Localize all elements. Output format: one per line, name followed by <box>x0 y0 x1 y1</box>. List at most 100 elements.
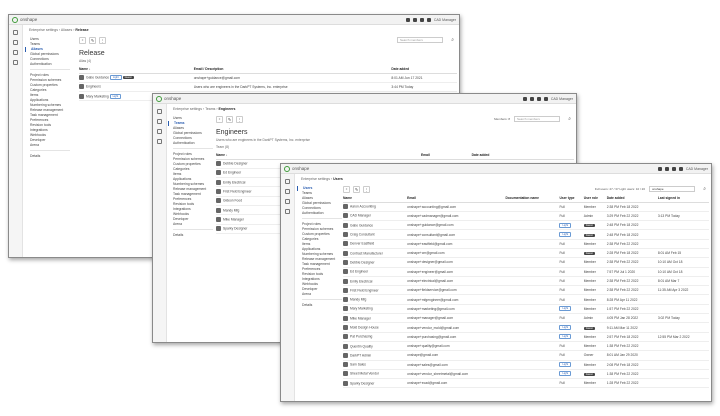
user-name[interactable]: Ed Engineer <box>223 171 241 175</box>
breadcrumb-item[interactable]: Enterprise settings <box>173 107 202 111</box>
column-header[interactable]: User type <box>559 195 584 203</box>
table-row[interactable]: Denver Eastfield onshape+eastfield@gmail.… <box>343 239 709 250</box>
user-name[interactable]: Craig Consultant <box>350 232 375 236</box>
table-row[interactable]: CAD Manager onshape+cadmanager@gmail.com F… <box>343 211 709 222</box>
notifications-icon[interactable] <box>522 96 527 101</box>
breadcrumb-item[interactable]: Enterprise settings <box>29 28 58 32</box>
settings-icon[interactable] <box>678 166 683 171</box>
analytics-icon[interactable] <box>13 50 18 55</box>
table-row[interactable]: Mold Design House onshape+vendor_mold@gma… <box>343 322 709 333</box>
column-header[interactable]: Name ↓ <box>216 152 421 160</box>
column-header[interactable]: Email <box>420 152 472 160</box>
column-header[interactable]: Name <box>343 195 408 203</box>
user-name[interactable]: Mary Marketing <box>350 307 373 311</box>
user-name[interactable]: Ed Engineer <box>350 270 368 274</box>
edit-button[interactable]: ✎ <box>226 116 233 123</box>
more-button[interactable]: ⋮ <box>363 186 370 193</box>
user-name[interactable]: Mandy Mfg <box>223 208 239 212</box>
settings-icon[interactable] <box>426 17 431 22</box>
documents-icon[interactable] <box>664 166 669 171</box>
help-icon[interactable] <box>671 166 676 171</box>
table-row[interactable]: Mandy Mfg onshape+mfgengineer@gmail.com Fu… <box>343 294 709 305</box>
documents-icon[interactable] <box>412 17 417 22</box>
breadcrumb-item[interactable]: Teams <box>205 107 215 111</box>
user-name[interactable]: Gabe Guidance <box>350 223 373 227</box>
user-name[interactable]: Pat Purchasing <box>350 335 372 339</box>
analytics-icon[interactable] <box>285 199 290 204</box>
table-row[interactable]: DarkPT Admin onshape@gmail.com Full Owner 8:… <box>343 350 709 361</box>
column-header[interactable]: Date added <box>606 195 658 203</box>
user-name[interactable]: Gideon Food <box>223 199 242 203</box>
notifications-icon[interactable] <box>657 166 662 171</box>
user-name[interactable]: Emily Electrical <box>350 279 372 283</box>
enterprise-icon[interactable] <box>285 189 290 194</box>
table-row[interactable]: Sparky Designer onshape+ecad@gmail.com Ful… <box>343 378 709 389</box>
analytics-icon[interactable] <box>157 129 162 134</box>
table-row[interactable]: Emily Electrical onshape+electrical@gmail… <box>343 276 709 287</box>
user-name[interactable]: Aaron Accounting <box>350 205 376 209</box>
home-icon[interactable] <box>157 109 162 114</box>
user-name[interactable]: Sparky Designer <box>223 227 247 231</box>
user-name[interactable]: Denver Eastfield <box>350 242 374 246</box>
column-header[interactable]: Email / Description <box>193 66 392 74</box>
column-header[interactable]: Date added <box>471 152 574 160</box>
enterprise-icon[interactable] <box>157 119 162 124</box>
column-header[interactable]: Email <box>407 195 506 203</box>
user-name[interactable]: Mandy Mfg <box>350 297 366 301</box>
user-name[interactable]: First Field Engineer <box>350 288 379 292</box>
table-row[interactable]: Gabe Guidance Light Guest onshape+guidanc… <box>79 73 457 83</box>
user-menu[interactable]: CAD Manager <box>686 167 708 171</box>
table-row[interactable]: Sheet Metal Vendor onshape+vendor_sheetme… <box>343 369 709 380</box>
table-row[interactable]: Aaron Accounting onshape+accounting@gmail… <box>343 202 709 212</box>
settings-grid-icon[interactable] <box>157 139 162 144</box>
help-icon[interactable] <box>419 17 424 22</box>
add-user-button[interactable]: ⁺ <box>216 116 223 123</box>
user-name[interactable]: Engineers <box>86 85 101 89</box>
column-header[interactable]: Documentation name <box>505 195 560 203</box>
table-row[interactable]: Mary Marketing onshape+marketing@gmail.co… <box>343 304 709 315</box>
sidebar-item-details[interactable]: Details <box>168 233 220 238</box>
enterprise-icon[interactable] <box>13 40 18 45</box>
user-name[interactable]: Debbie Designer <box>223 162 248 166</box>
notifications-icon[interactable] <box>405 17 410 22</box>
help-icon[interactable] <box>536 96 541 101</box>
table-row[interactable]: Craig Consultant onshape+consultant@gmail… <box>343 229 709 240</box>
table-row[interactable]: Contract Manufacturer onshape+cm@gmail.co… <box>343 248 709 259</box>
more-button[interactable]: ⋮ <box>99 37 106 44</box>
user-name[interactable]: Sparky Designer <box>350 381 374 385</box>
user-menu[interactable]: CAD Manager <box>434 18 456 22</box>
breadcrumb-item[interactable]: Enterprise settings <box>301 177 330 181</box>
user-name[interactable]: Gabe Guidance <box>86 75 109 79</box>
user-name[interactable]: Mike Manager <box>350 316 371 320</box>
user-name[interactable]: Mike Manager <box>223 217 244 221</box>
edit-button[interactable]: ✎ <box>353 186 360 193</box>
search-input[interactable]: Search members <box>397 37 443 43</box>
home-icon[interactable] <box>13 30 18 35</box>
documents-icon[interactable] <box>529 96 534 101</box>
table-row[interactable]: First Field Engineer onshape+fieldservice… <box>343 285 709 296</box>
table-row[interactable]: Ed Engineer onshape+engineer@gmail.com Ful… <box>343 267 709 277</box>
user-name[interactable]: Quentin Quality <box>350 344 373 348</box>
table-row[interactable]: Quentin Quality onshape+quality@gmail.com… <box>343 341 709 352</box>
user-name[interactable]: DarkPT Admin <box>350 353 371 357</box>
user-name[interactable]: CAD Manager <box>350 214 371 218</box>
settings-icon[interactable] <box>543 96 548 101</box>
user-name[interactable]: Contract Manufacturer <box>350 251 383 255</box>
user-name[interactable]: First Field Engineer <box>223 189 252 193</box>
table-row[interactable]: Debbie Designer onshape+designer@gmail.co… <box>343 257 709 268</box>
search-input[interactable]: onshape <box>649 186 695 192</box>
add-user-button[interactable]: ⁺ <box>343 186 350 193</box>
search-icon[interactable]: ⌕ <box>451 37 454 43</box>
search-icon[interactable]: ⌕ <box>703 186 706 192</box>
settings-grid-icon[interactable] <box>13 60 18 65</box>
settings-grid-icon[interactable] <box>285 209 290 214</box>
user-name[interactable]: Debbie Designer <box>350 260 375 264</box>
edit-button[interactable]: ✎ <box>89 37 96 44</box>
breadcrumb-item[interactable]: Aliases <box>61 28 72 32</box>
user-name[interactable]: Sam Sales <box>350 363 366 367</box>
add-user-button[interactable]: ⁺ <box>79 37 86 44</box>
column-header[interactable]: Last signed in <box>657 195 709 203</box>
more-button[interactable]: ⋮ <box>236 116 243 123</box>
sidebar-item-details[interactable]: Details <box>297 303 349 308</box>
column-header[interactable]: User role <box>583 195 607 203</box>
